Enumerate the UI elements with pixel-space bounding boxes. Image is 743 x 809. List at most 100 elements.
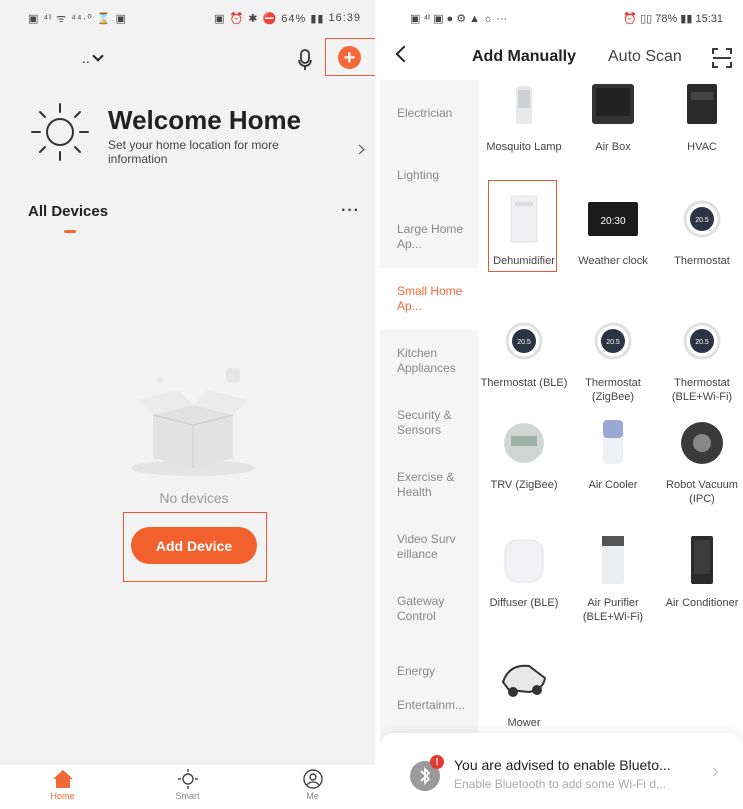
status-bar: ▣ ⁴ᴵ ᯤ ⁴⁴·⁰ ⌛ ▣ ▣ ⏰ ✱ ⛔ 64% ▮▮ 16:39 <box>0 0 375 36</box>
chevron-down-icon <box>92 50 104 62</box>
device-air-box[interactable]: Air Box <box>569 80 657 154</box>
device-label: TRV (ZigBee) <box>490 479 558 491</box>
user-icon <box>302 769 323 789</box>
status-icons-left: ▣ ⁴ᴵ ᯤ ⁴⁴·⁰ ⌛ ▣ <box>28 12 127 25</box>
device-label: Weather clock <box>578 255 648 267</box>
device-label: Air Cooler <box>588 479 638 491</box>
device-air-purifier[interactable]: Air Purifier (BLE+Wi-Fi) <box>569 536 657 624</box>
category-item[interactable]: Exercise & Health <box>380 454 478 516</box>
status-icons-right: ▣ ⏰ ✱ ⛔ 64% ▮▮ 16:39 <box>214 11 361 25</box>
category-item[interactable]: Video Surv eillance <box>380 516 478 578</box>
chevron-right-icon <box>709 767 719 777</box>
bottom-nav: Home Smart Me <box>0 765 375 809</box>
category-item[interactable]: Energy <box>380 640 478 702</box>
robot-vacuum-icon <box>681 422 723 464</box>
add-device-header: Add Manually Auto Scan <box>380 36 743 80</box>
banner-title: You are advised to enable Blueto... <box>454 757 671 773</box>
device-mower[interactable]: Mower <box>480 656 568 730</box>
chevron-right-icon <box>354 144 365 155</box>
device-label: Mower <box>507 717 541 729</box>
air-conditioner-icon <box>691 536 713 584</box>
diffuser-icon <box>504 539 544 583</box>
dehumidifier-highlight-box <box>488 180 557 272</box>
device-trv-zigbee[interactable]: TRV (ZigBee) <box>480 418 568 492</box>
thermostat-icon: 20.5 <box>505 322 543 360</box>
category-item[interactable]: Security & Sensors <box>380 392 478 454</box>
sun-icon <box>31 103 89 161</box>
home-header: .. <box>0 36 375 86</box>
device-robot-vacuum[interactable]: Robot Vacuum (IPC) <box>658 418 743 506</box>
category-sidebar: Electrician Lighting Large Home Ap... Sm… <box>380 80 478 809</box>
category-item[interactable]: Large Home Ap... <box>380 206 478 268</box>
nav-tab-home[interactable]: Home <box>0 765 125 809</box>
device-label: Thermostat (BLE+Wi-Fi) <box>671 377 733 403</box>
svg-text:20.5: 20.5 <box>517 339 531 346</box>
add-device-button[interactable]: Add Device <box>131 527 257 564</box>
tab-auto-scan[interactable]: Auto Scan <box>608 48 682 66</box>
device-hvac[interactable]: HVAC <box>658 80 743 154</box>
home-screen: ▣ ⁴ᴵ ᯤ ⁴⁴·⁰ ⌛ ▣ ▣ ⏰ ✱ ⛔ 64% ▮▮ 16:39 .. … <box>0 0 375 809</box>
device-thermostat-ble-wifi[interactable]: 20.5 Thermostat (BLE+Wi-Fi) <box>658 316 743 404</box>
bluetooth-banner[interactable]: ! You are advised to enable Blueto... En… <box>380 733 743 809</box>
device-mosquito-lamp[interactable]: Mosquito Lamp <box>480 80 568 154</box>
category-item[interactable]: Gateway Control <box>380 578 478 640</box>
device-air-cooler[interactable]: Air Cooler <box>569 418 657 492</box>
add-device-highlight-box: Add Device <box>123 512 267 582</box>
weather-clock-icon: 20:30 <box>588 202 638 236</box>
status-bar: ▣ ⁴ᴵ ▣ ● ⚙ ▲ ☼ ··· ⏰ ▯▯ 78% ▮▮ 15:31 <box>380 0 743 36</box>
banner-subtitle: Enable Bluetooth to add some Wi-Fi d... <box>454 777 667 791</box>
home-icon <box>52 770 73 788</box>
more-options-icon[interactable]: ··· <box>341 202 360 220</box>
air-box-icon <box>592 84 634 124</box>
welcome-subtitle: Set your home location for more informat… <box>108 138 279 166</box>
empty-box-illustration <box>131 368 255 476</box>
sun-icon <box>177 769 198 789</box>
category-item[interactable]: Kitchen Appliances <box>380 330 478 392</box>
status-time: 15:31 <box>695 12 723 25</box>
add-device-screen: ▣ ⁴ᴵ ▣ ● ⚙ ▲ ☼ ··· ⏰ ▯▯ 78% ▮▮ 15:31 Add… <box>380 0 743 809</box>
all-devices-tab[interactable]: All Devices <box>28 203 108 220</box>
tab-underline <box>64 230 76 233</box>
category-item[interactable]: Lighting <box>380 144 478 206</box>
device-label: Thermostat (ZigBee) <box>585 377 641 403</box>
device-weather-clock[interactable]: 20:30 Weather clock <box>569 194 657 268</box>
thermostat-icon: 20.5 <box>683 322 721 360</box>
welcome-card[interactable]: Welcome Home Set your home location for … <box>28 100 368 170</box>
thermostat-icon: 20.5 <box>683 200 721 238</box>
air-purifier-icon <box>602 536 624 584</box>
device-label: Thermostat <box>674 255 730 267</box>
back-arrow-icon[interactable] <box>395 45 413 63</box>
category-item[interactable]: Electrician <box>380 82 478 144</box>
add-plus-button[interactable]: + <box>338 46 361 69</box>
microphone-icon[interactable] <box>297 48 313 72</box>
home-selector-label: .. <box>82 50 90 66</box>
add-highlight-box: + <box>325 38 375 76</box>
thermostat-icon: 20.5 <box>594 322 632 360</box>
tab-add-manually[interactable]: Add Manually <box>472 48 576 66</box>
air-cooler-icon <box>603 420 623 464</box>
device-label: Air Box <box>595 141 631 153</box>
category-item[interactable]: Entertainm... <box>380 698 478 728</box>
alert-badge-icon: ! <box>430 755 444 769</box>
trv-icon <box>504 423 544 463</box>
device-thermostat-ble[interactable]: 20.5 Thermostat (BLE) <box>480 316 568 390</box>
device-label: Air Purifier (BLE+Wi-Fi) <box>582 597 644 623</box>
device-diffuser-ble[interactable]: Diffuser (BLE) <box>480 536 568 610</box>
device-label: Robot Vacuum (IPC) <box>666 479 738 505</box>
nav-tab-smart[interactable]: Smart <box>125 765 250 809</box>
device-air-conditioner[interactable]: Air Conditioner <box>658 536 743 610</box>
svg-text:20:30: 20:30 <box>600 216 625 227</box>
device-grid: Mosquito Lamp Air Box HVAC Dehumidifier … <box>478 80 743 809</box>
hvac-icon <box>687 84 717 124</box>
device-label: Thermostat (BLE) <box>480 377 568 389</box>
device-thermostat-zigbee[interactable]: 20.5 Thermostat (ZigBee) <box>569 316 657 404</box>
home-selector[interactable]: .. <box>82 50 104 66</box>
nav-tab-me[interactable]: Me <box>250 765 375 809</box>
nav-label-me: Me <box>306 791 319 801</box>
category-item-active[interactable]: Small Home Ap... <box>380 268 478 330</box>
scan-icon[interactable] <box>712 48 732 68</box>
nav-label-home: Home <box>50 791 75 801</box>
device-thermostat[interactable]: 20.5 Thermostat <box>658 194 743 268</box>
device-label: HVAC <box>687 141 717 153</box>
status-icons-left: ▣ ⁴ᴵ ▣ ● ⚙ ▲ ☼ ··· <box>410 12 508 25</box>
